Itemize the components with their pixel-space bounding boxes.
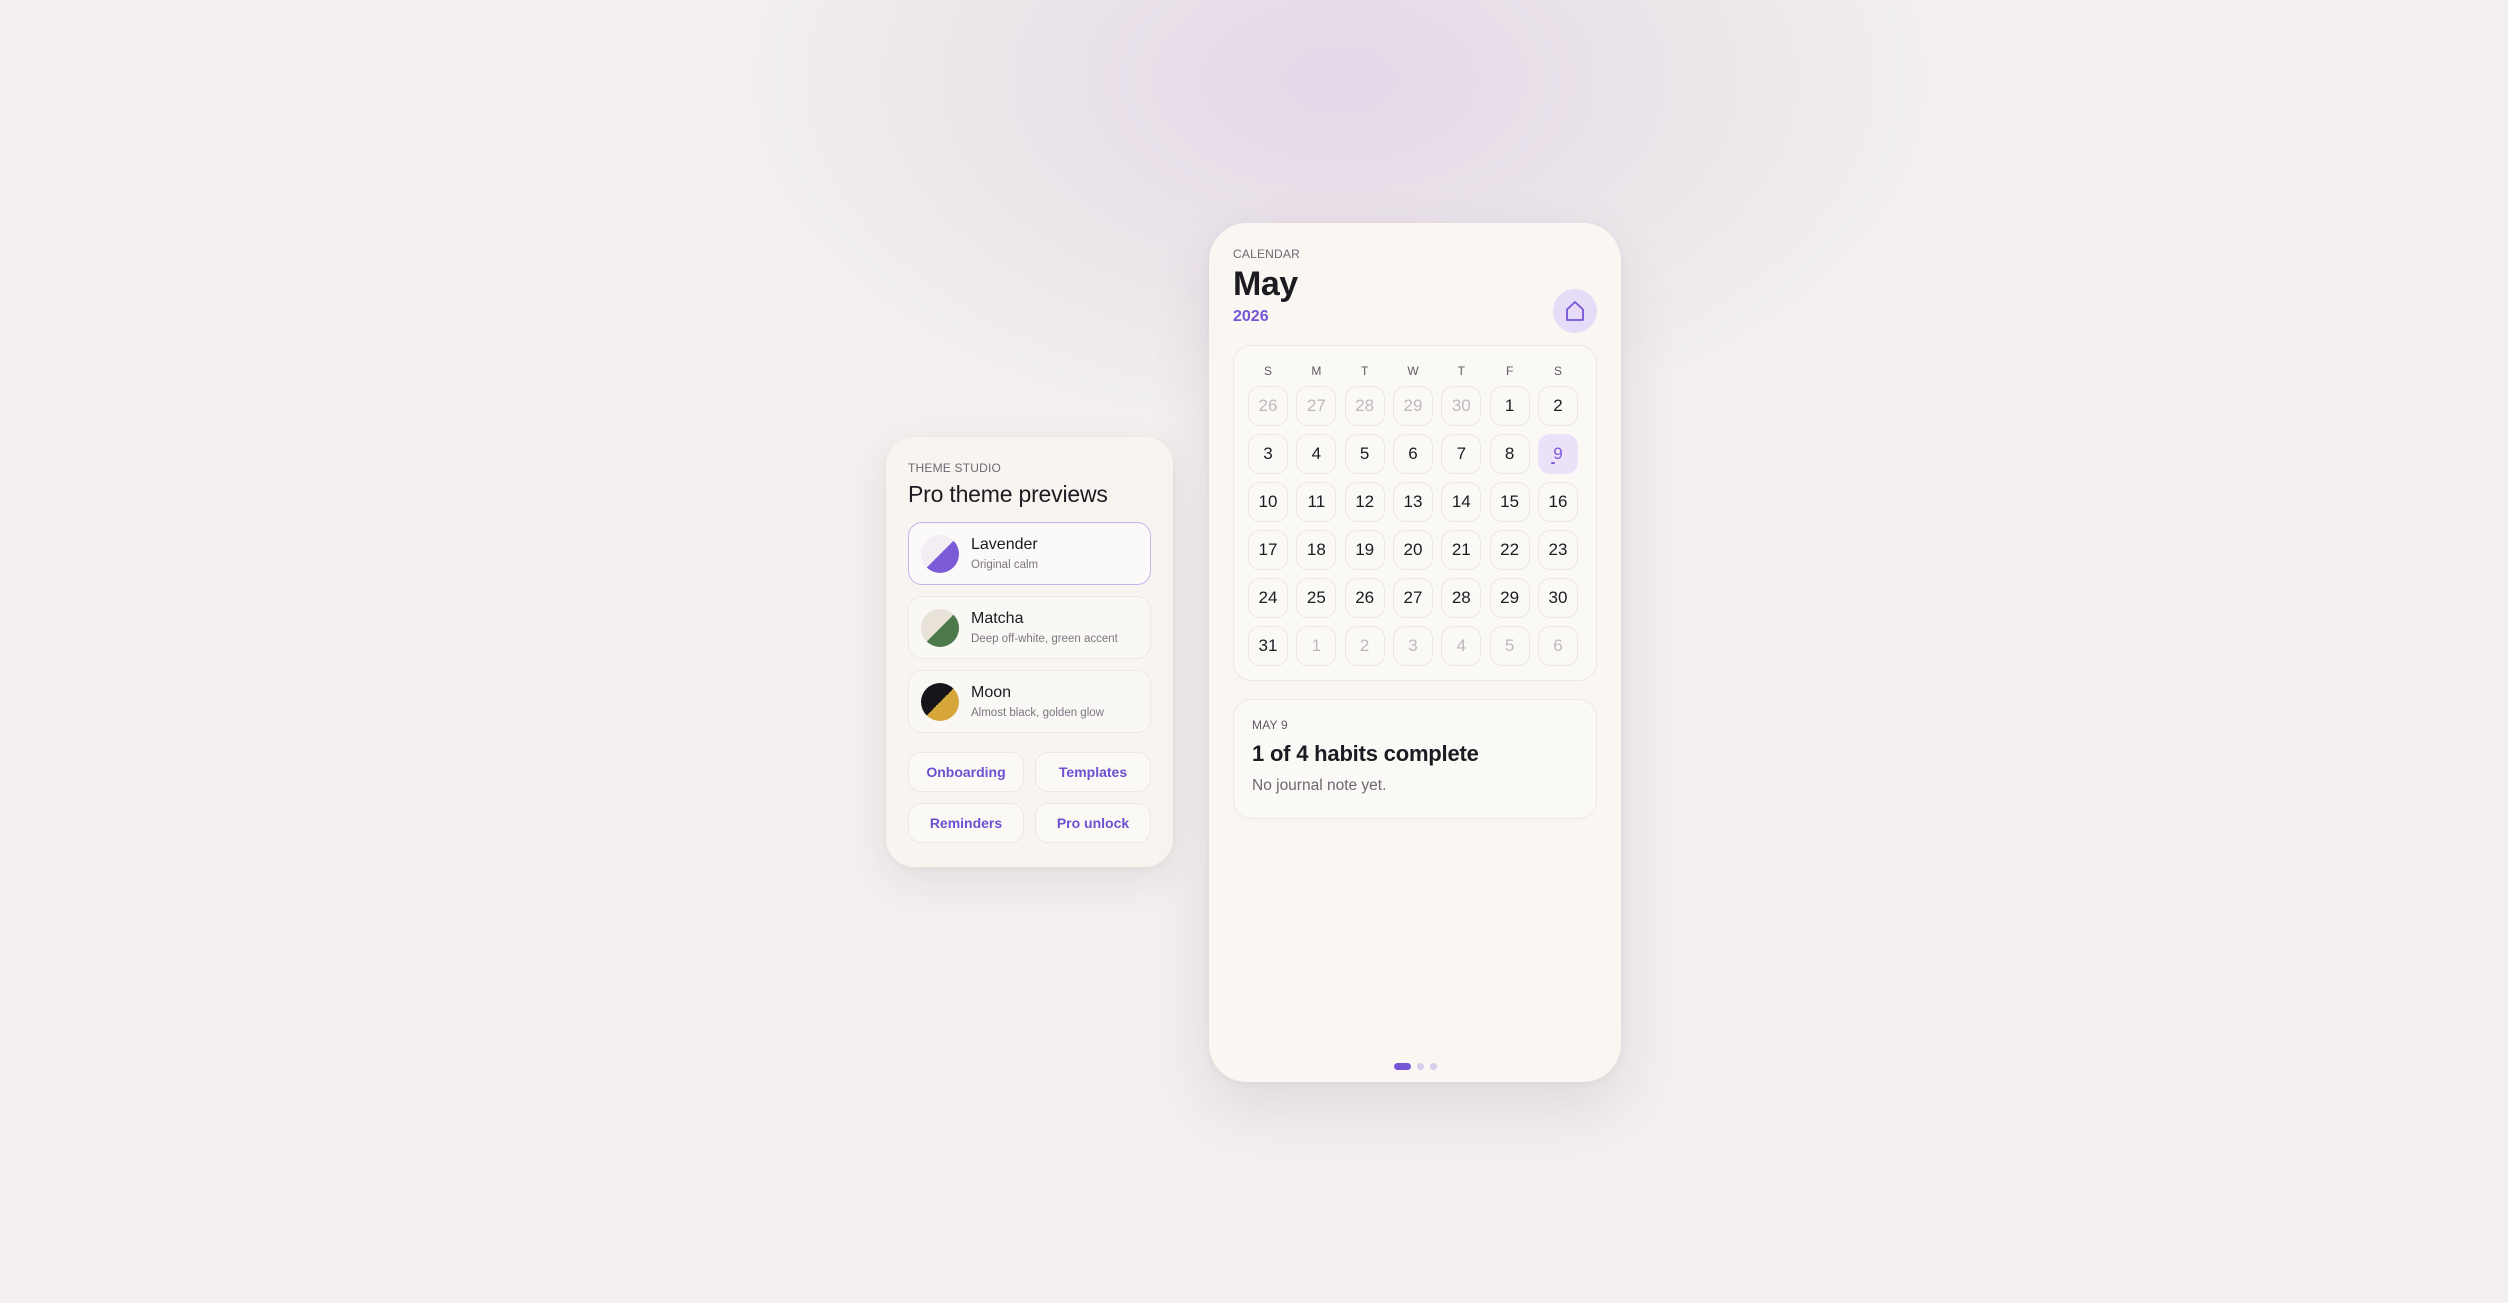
day-cell-outside-month[interactable]: 3 (1392, 626, 1433, 666)
week-row: 31 1 2 3 4 5 6 (1248, 626, 1582, 666)
day-cell[interactable]: 28 (1441, 578, 1482, 618)
day-cell-outside-month[interactable]: 6 (1537, 626, 1578, 666)
day-cell[interactable]: 7 (1441, 434, 1482, 474)
weekday-label: T (1457, 364, 1465, 378)
calendar-weeks: 26 27 28 29 30 1 2 3 4 5 6 7 8 9 10 11 12 13 14 15 16 17 18 19 2… (1248, 386, 1582, 666)
day-cell-outside-month[interactable]: 5 (1489, 626, 1530, 666)
day-cell[interactable]: 19 (1344, 530, 1385, 570)
day-cell-outside-month[interactable]: 2 (1344, 626, 1385, 666)
day-cell[interactable]: 8 (1489, 434, 1530, 474)
day-cell-outside-month[interactable]: 1 (1296, 626, 1337, 666)
summary-date: MAY 9 (1252, 718, 1288, 732)
reminders-button[interactable]: Reminders (908, 803, 1024, 843)
theme-description: Original calm (971, 559, 1039, 571)
onboarding-button[interactable]: Onboarding (908, 752, 1024, 792)
theme-name: Matcha (971, 610, 1024, 627)
journal-note: No journal note yet. (1252, 777, 1387, 794)
day-cell[interactable]: 24 (1248, 578, 1288, 618)
moon-swatch-icon (921, 682, 959, 721)
home-icon (1566, 301, 1584, 321)
page-indicator (1209, 1063, 1621, 1070)
day-cell[interactable]: 2 (1537, 386, 1578, 426)
quick-links: Onboarding Templates Reminders Pro unloc… (908, 752, 1151, 843)
weekday-label: W (1407, 364, 1419, 378)
theme-studio-title: Pro theme previews (908, 481, 1108, 507)
week-row: 10 11 12 13 14 15 16 (1248, 482, 1582, 522)
day-cell[interactable]: 5 (1344, 434, 1385, 474)
calendar-header: CALENDAR May 2026 (1233, 247, 1597, 357)
calendar-eyebrow: CALENDAR (1233, 247, 1300, 261)
day-cell-outside-month[interactable]: 4 (1441, 626, 1482, 666)
day-cell[interactable]: 26 (1344, 578, 1385, 618)
templates-button[interactable]: Templates (1035, 752, 1151, 792)
lavender-swatch-icon (921, 534, 959, 573)
weekday-label: T (1360, 364, 1369, 378)
theme-option-matcha[interactable]: Matcha Deep off-white, green accent (908, 596, 1151, 659)
day-cell[interactable]: 20 (1392, 530, 1433, 570)
theme-option-lavender[interactable]: Lavender Original calm (908, 522, 1151, 585)
theme-name: Lavender (971, 536, 1038, 553)
page-dot[interactable] (1416, 1063, 1424, 1070)
matcha-swatch-icon (921, 608, 959, 647)
theme-name: Moon (971, 684, 1012, 701)
day-cell[interactable]: 23 (1537, 530, 1578, 570)
calendar-month: May (1233, 265, 1298, 303)
day-cell[interactable]: 3 (1248, 434, 1288, 474)
page-dot[interactable] (1393, 1063, 1411, 1070)
day-cell-selected[interactable]: 9 (1537, 434, 1578, 474)
day-cell[interactable]: 17 (1248, 530, 1288, 570)
week-row: 17 18 19 20 21 22 23 (1248, 530, 1582, 570)
calendar-year: 2026 (1233, 308, 1269, 325)
day-cell[interactable]: 4 (1296, 434, 1337, 474)
theme-description: Deep off-white, green accent (971, 633, 1118, 645)
pro-unlock-button[interactable]: Pro unlock (1035, 803, 1151, 843)
day-cell[interactable]: 16 (1537, 482, 1578, 522)
day-cell-outside-month[interactable]: 29 (1392, 386, 1433, 426)
day-cell[interactable]: 30 (1537, 578, 1578, 618)
month-grid: SMTWTFS 26 27 28 29 30 1 2 3 4 5 6 7 8 9 10 11 12 13 14 15 1… (1233, 345, 1597, 681)
week-row: 26 27 28 29 30 1 2 (1248, 386, 1582, 426)
page-dot[interactable] (1429, 1063, 1437, 1070)
theme-studio-eyebrow: THEME STUDIO (908, 461, 1002, 475)
theme-studio-panel: THEME STUDIO Pro theme previews Lavender… (886, 437, 1173, 867)
weekday-label: F (1505, 364, 1514, 378)
theme-list: Lavender Original calm Matcha Deep off-w… (908, 522, 1151, 733)
habits-progress: 1 of 4 habits complete (1252, 741, 1479, 766)
day-cell[interactable]: 27 (1392, 578, 1433, 618)
theme-option-moon[interactable]: Moon Almost black, golden glow (908, 670, 1151, 733)
day-cell[interactable]: 11 (1296, 482, 1337, 522)
day-cell[interactable]: 1 (1489, 386, 1530, 426)
day-cell[interactable]: 22 (1489, 530, 1530, 570)
weekday-label: S (1553, 364, 1562, 378)
home-button[interactable] (1553, 289, 1597, 333)
day-cell-outside-month[interactable]: 26 (1248, 386, 1288, 426)
weekday-label: M (1311, 364, 1322, 378)
day-cell[interactable]: 25 (1296, 578, 1337, 618)
day-cell[interactable]: 29 (1489, 578, 1530, 618)
day-cell[interactable]: 21 (1441, 530, 1482, 570)
day-cell[interactable]: 10 (1248, 482, 1288, 522)
weekday-header-row: SMTWTFS (1248, 362, 1582, 380)
day-summary-card[interactable]: MAY 9 1 of 4 habits complete No journal … (1233, 699, 1597, 819)
theme-description: Almost black, golden glow (971, 707, 1104, 719)
day-cell[interactable]: 13 (1392, 482, 1433, 522)
day-cell[interactable]: 6 (1392, 434, 1433, 474)
calendar-phone-screen: CALENDAR May 2026 SMTWTFS 26 27 28 29 30 1 2 3 4… (1209, 223, 1621, 1082)
day-cell[interactable]: 12 (1344, 482, 1385, 522)
day-cell-outside-month[interactable]: 27 (1296, 386, 1337, 426)
day-cell-outside-month[interactable]: 30 (1441, 386, 1482, 426)
day-cell[interactable]: 15 (1489, 482, 1530, 522)
week-row: 3456789 (1248, 434, 1582, 474)
day-cell[interactable]: 31 (1248, 626, 1288, 666)
week-row: 24 25 26 27 28 29 30 (1248, 578, 1582, 618)
day-cell[interactable]: 18 (1296, 530, 1337, 570)
weekday-label: S (1263, 364, 1272, 378)
day-cell[interactable]: 14 (1441, 482, 1482, 522)
day-cell-outside-month[interactable]: 28 (1344, 386, 1385, 426)
